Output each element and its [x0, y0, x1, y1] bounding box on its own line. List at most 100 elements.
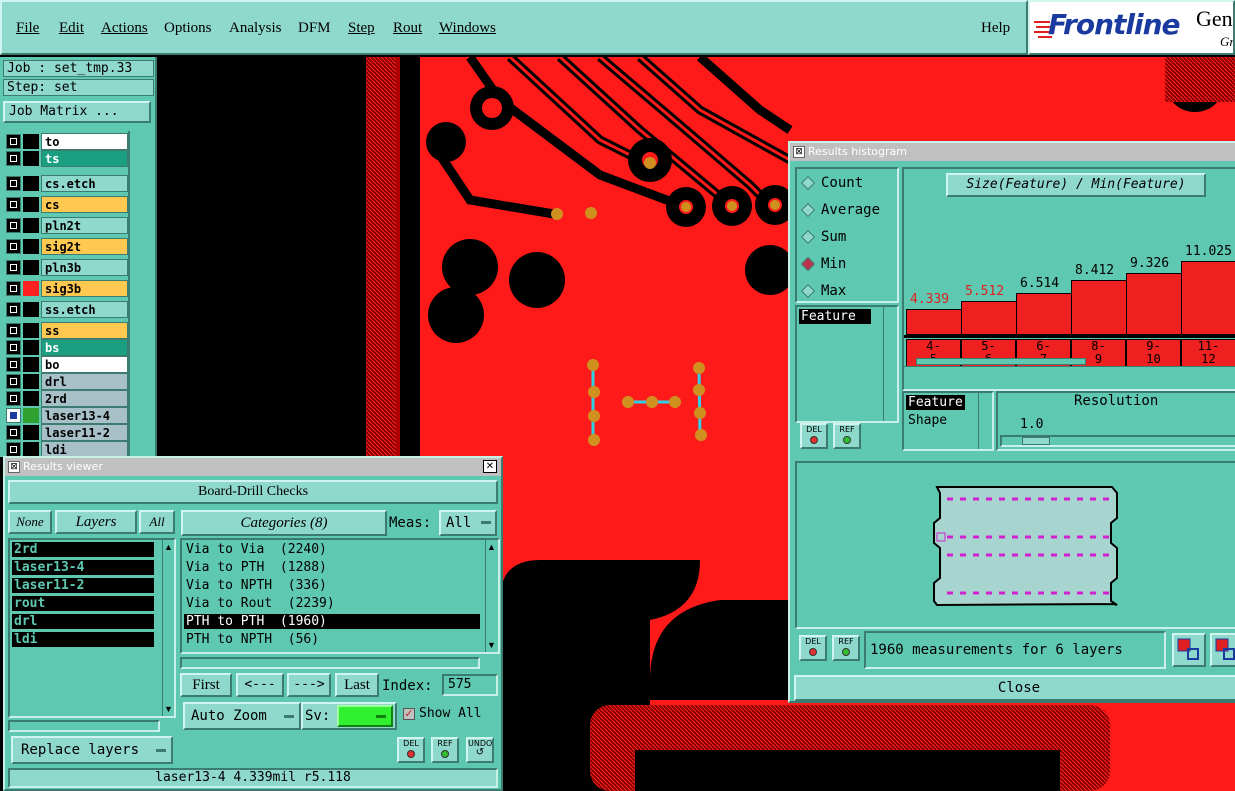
hist-del-button[interactable]: DEL: [800, 423, 828, 449]
menu-rout[interactable]: Rout: [393, 20, 422, 37]
menu-step[interactable]: Step: [348, 20, 375, 37]
window-menu-icon[interactable]: ⊠: [793, 146, 805, 158]
layer-row[interactable]: bs: [6, 339, 128, 356]
layer-color-swatch[interactable]: [23, 357, 39, 372]
index-input[interactable]: 575: [442, 674, 498, 696]
histogram-bar[interactable]: [1181, 261, 1235, 335]
slider-thumb[interactable]: [1022, 437, 1050, 445]
layer-name[interactable]: cs.etch: [41, 175, 128, 192]
layer-row[interactable]: ss: [6, 322, 128, 339]
categories-button[interactable]: Categories (8): [181, 510, 387, 536]
next-button[interactable]: --->: [287, 673, 331, 697]
scroll-up-icon[interactable]: ▲: [164, 542, 173, 552]
layer-color-swatch[interactable]: [23, 391, 39, 406]
layer-list-hscroll[interactable]: [8, 720, 160, 732]
feature-option[interactable]: Feature: [906, 395, 965, 410]
layer-name[interactable]: sig3b: [41, 280, 128, 297]
preview-del-button[interactable]: DEL: [799, 635, 827, 661]
layer-checkbox[interactable]: [6, 134, 21, 149]
layer-color-swatch[interactable]: [23, 151, 39, 166]
result-layer-item[interactable]: drl: [12, 614, 154, 629]
layer-color-swatch[interactable]: [23, 302, 39, 317]
layer-row[interactable]: ts: [6, 150, 128, 167]
auto-zoom-dropdown[interactable]: Auto Zoom: [183, 702, 301, 730]
layer-color-swatch[interactable]: [23, 239, 39, 254]
scroll-up-icon[interactable]: ▲: [487, 542, 496, 552]
layer-checkbox[interactable]: [6, 302, 21, 317]
layer-color-swatch[interactable]: [23, 425, 39, 440]
result-layer-item[interactable]: ldi: [12, 632, 154, 647]
layer-row[interactable]: pln3b: [6, 259, 128, 276]
layer-name[interactable]: cs: [41, 196, 128, 213]
layer-checkbox[interactable]: [6, 323, 21, 338]
result-layer-item[interactable]: laser13-4: [12, 560, 154, 575]
layer-checkbox[interactable]: [6, 151, 21, 166]
all-button[interactable]: All: [139, 510, 175, 534]
layer-name[interactable]: 2rd: [41, 390, 128, 407]
resolution-slider[interactable]: [1000, 435, 1235, 447]
menu-actions[interactable]: Actions: [101, 20, 148, 37]
menu-dfm[interactable]: DFM: [298, 20, 331, 37]
layer-color-swatch[interactable]: [23, 176, 39, 191]
menu-options[interactable]: Options: [164, 20, 212, 37]
layer-name[interactable]: laser11-2: [41, 424, 128, 441]
layer-checkbox[interactable]: [6, 357, 21, 372]
layer-row[interactable]: ss.etch: [6, 301, 128, 318]
menu-windows[interactable]: Windows: [439, 20, 496, 37]
histogram-bar[interactable]: [1071, 280, 1127, 335]
result-layer-item[interactable]: rout: [12, 596, 154, 611]
first-button[interactable]: First: [180, 673, 232, 697]
layer-color-swatch[interactable]: [23, 340, 39, 355]
layer-name[interactable]: pln2t: [41, 217, 128, 234]
feature-item[interactable]: Feature: [799, 309, 871, 324]
result-layer-item[interactable]: laser11-2: [12, 578, 154, 593]
histogram-bar[interactable]: [961, 301, 1017, 335]
show-all-checkbox[interactable]: ✓: [403, 708, 415, 720]
menu-analysis[interactable]: Analysis: [229, 20, 282, 37]
prev-button[interactable]: <---: [236, 673, 284, 697]
layer-name[interactable]: to: [41, 133, 128, 150]
layer-checkbox[interactable]: [6, 260, 21, 275]
layer-row[interactable]: drl: [6, 373, 128, 390]
layer-name[interactable]: bs: [41, 339, 128, 356]
chart-hscroll[interactable]: [904, 357, 1235, 367]
layer-row[interactable]: to: [6, 133, 128, 150]
layer-checkbox[interactable]: [6, 239, 21, 254]
layer-name[interactable]: ss.etch: [41, 301, 128, 318]
layer-name[interactable]: pln3b: [41, 259, 128, 276]
layer-name[interactable]: laser13-4: [41, 407, 128, 424]
layer-list-scrollbar[interactable]: [128, 131, 154, 457]
layer-color-swatch[interactable]: [23, 260, 39, 275]
histogram-bar[interactable]: [1016, 293, 1072, 335]
layer-checkbox[interactable]: [6, 374, 21, 389]
histogram-bar[interactable]: [1126, 273, 1182, 335]
zoom-fit-icon[interactable]: [1172, 633, 1206, 667]
category-item[interactable]: PTH to NPTH (56): [184, 632, 480, 647]
category-item[interactable]: Via to Via (2240): [184, 542, 480, 557]
layer-name[interactable]: drl: [41, 373, 128, 390]
layer-checkbox[interactable]: [6, 281, 21, 296]
layer-name[interactable]: ss: [41, 322, 128, 339]
zoom-area-icon[interactable]: [1210, 633, 1235, 667]
feature-list-vscroll[interactable]: [883, 307, 897, 421]
layer-row[interactable]: bo: [6, 356, 128, 373]
menu-help[interactable]: Help: [981, 20, 1010, 37]
close-button[interactable]: Close: [794, 675, 1235, 701]
layer-name[interactable]: sig2t: [41, 238, 128, 255]
undo-button[interactable]: UNDO ↺: [466, 737, 494, 763]
scroll-thumb[interactable]: [916, 358, 1086, 365]
histogram-bar[interactable]: [906, 309, 962, 335]
histogram-titlebar[interactable]: ⊠ Results histogram: [790, 143, 1235, 161]
layer-row[interactable]: sig3b: [6, 280, 128, 297]
severity-color-dropdown[interactable]: [337, 705, 393, 727]
job-matrix-button[interactable]: Job Matrix ...: [3, 101, 151, 123]
feature-shape-vscroll[interactable]: [978, 393, 992, 449]
result-layer-item[interactable]: 2rd: [12, 542, 154, 557]
category-item[interactable]: Via to NPTH (336): [184, 578, 480, 593]
layer-checkbox[interactable]: [6, 218, 21, 233]
layer-color-swatch[interactable]: [23, 442, 39, 457]
category-item[interactable]: PTH to PTH (1960): [184, 614, 480, 629]
layers-button[interactable]: Layers: [55, 510, 137, 534]
none-button[interactable]: None: [8, 510, 52, 534]
layer-checkbox[interactable]: [6, 340, 21, 355]
